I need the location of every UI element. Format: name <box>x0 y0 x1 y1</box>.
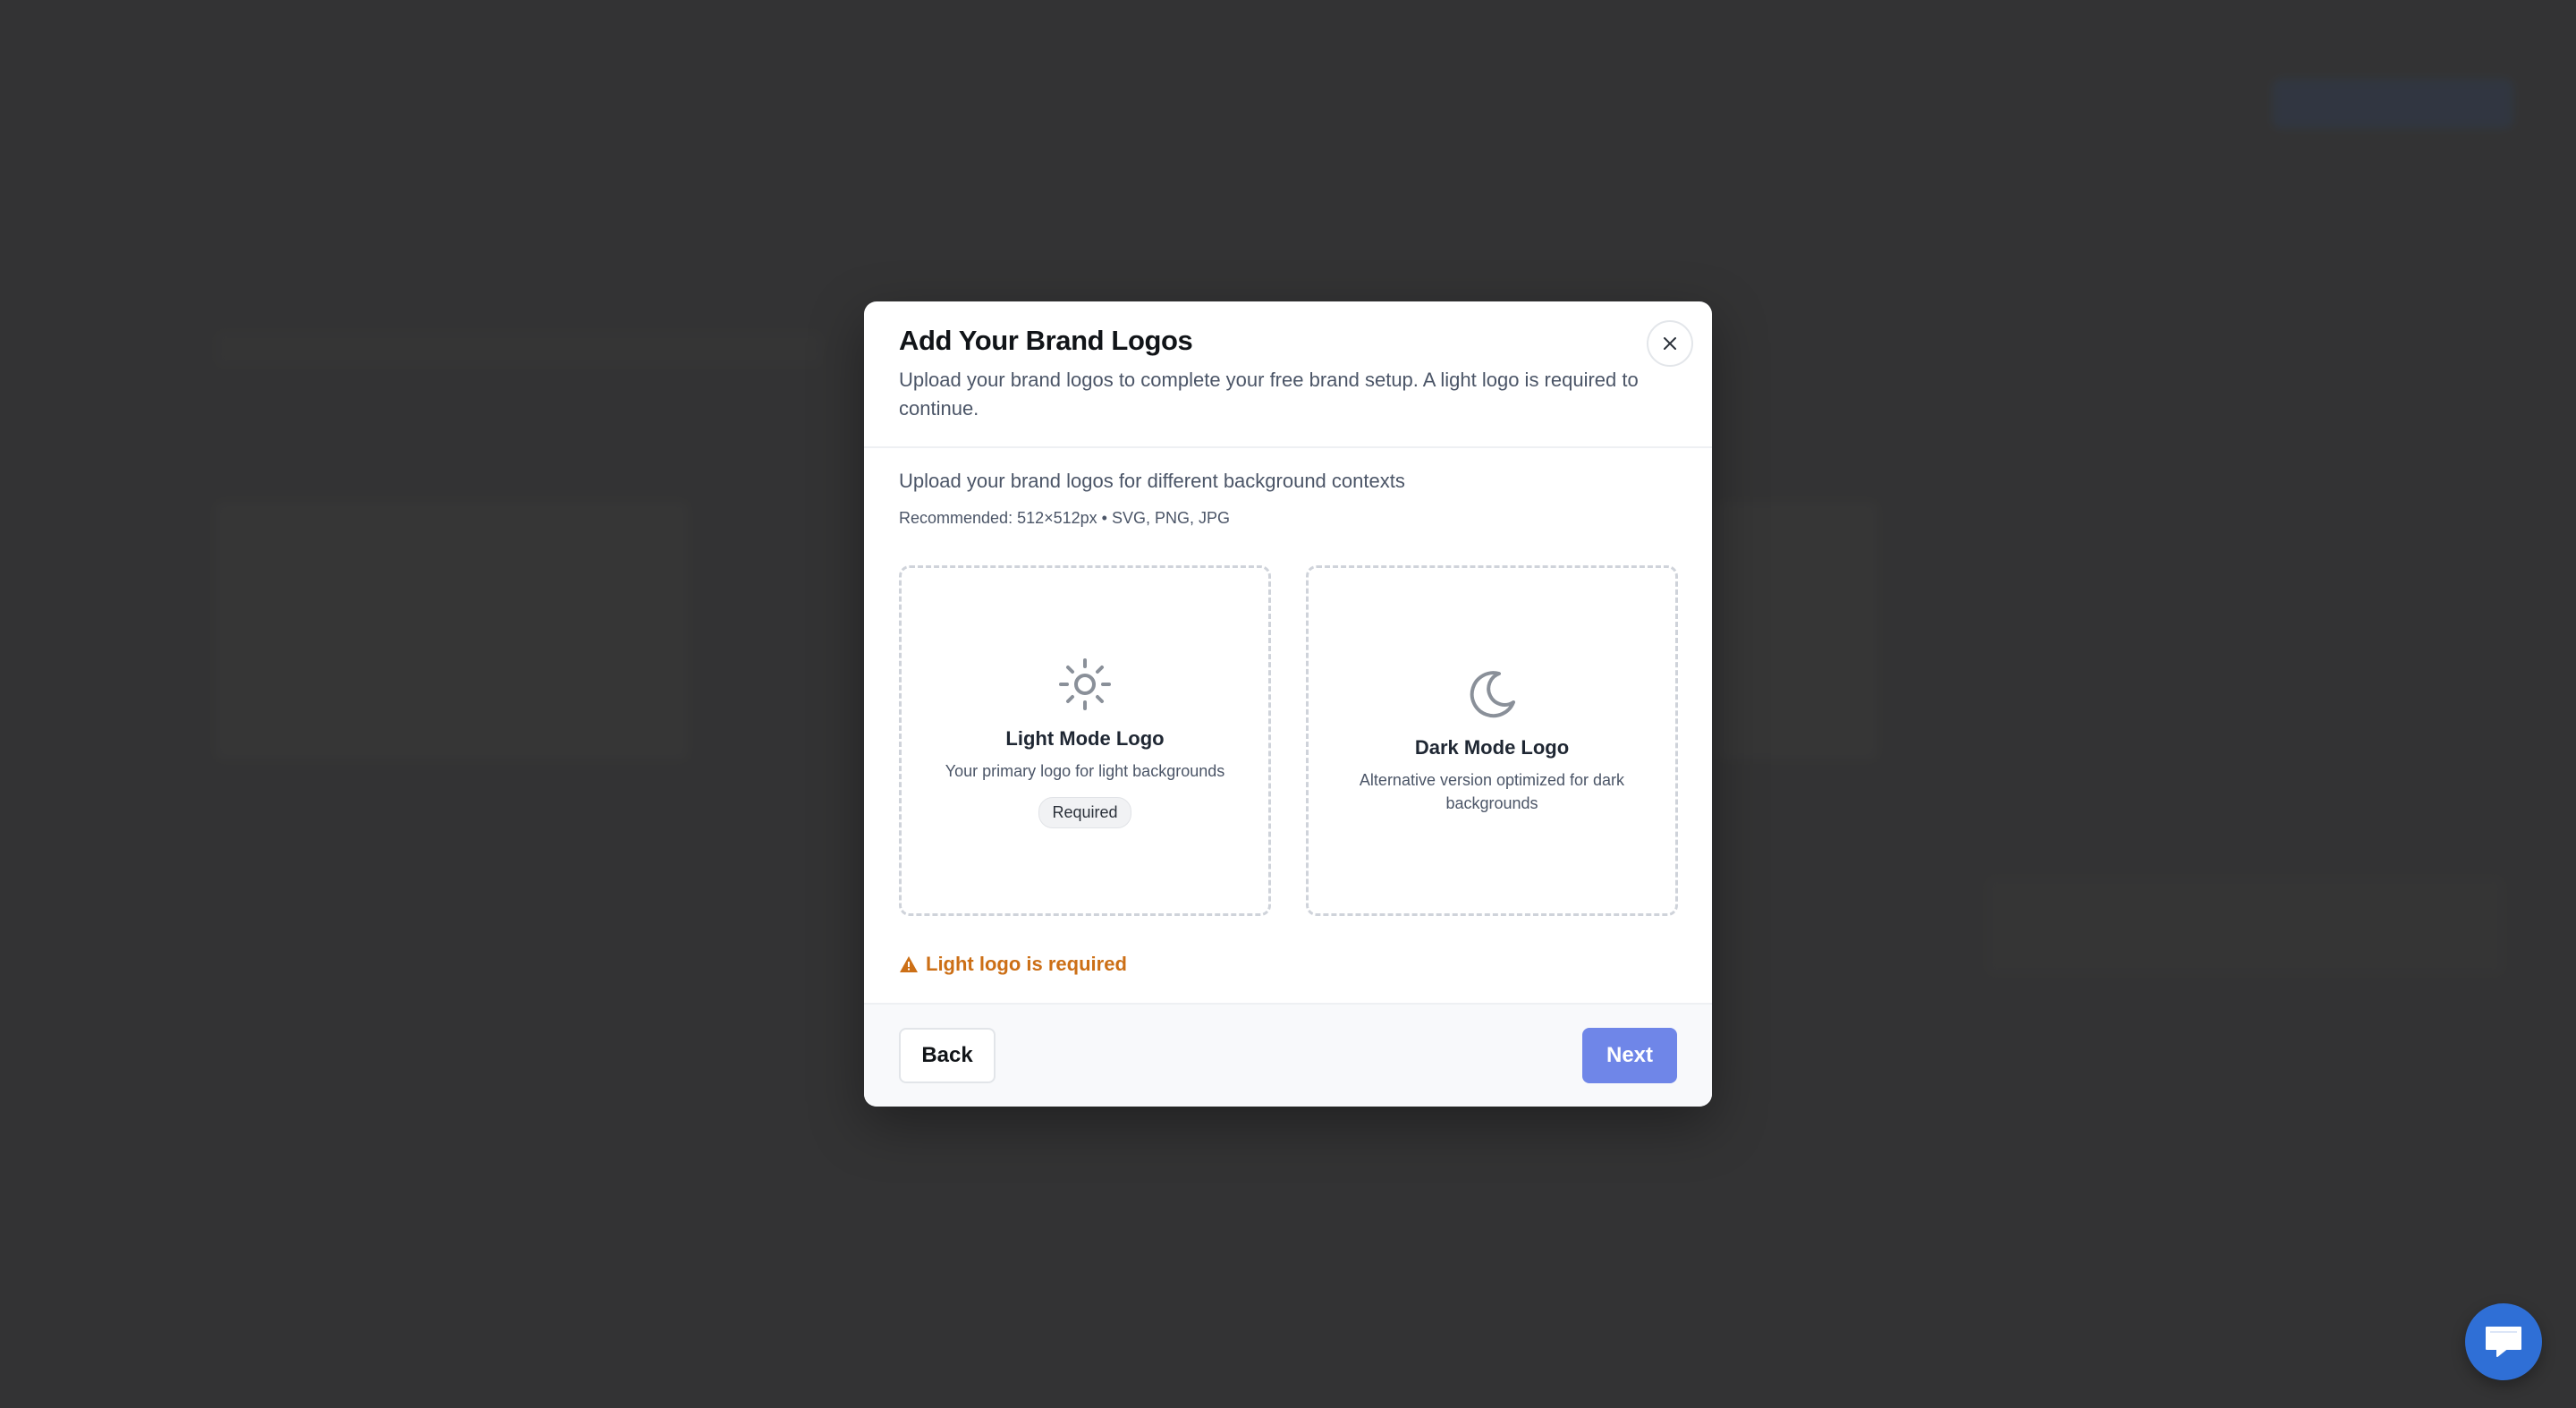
light-logo-upload-card[interactable]: Light Mode Logo Your primary logo for li… <box>899 565 1271 916</box>
error-text: Light logo is required <box>926 953 1127 975</box>
chat-icon <box>2486 1327 2521 1357</box>
warning-icon <box>900 956 918 972</box>
upload-recommendation: Recommended: 512×512px • SVG, PNG, JPG <box>899 509 1230 527</box>
moon-icon <box>1470 671 1515 718</box>
dark-logo-upload-card[interactable]: Dark Mode Logo Alternative version optim… <box>1306 565 1678 916</box>
close-button[interactable] <box>1647 320 1693 367</box>
dark-card-title: Dark Mode Logo <box>1414 736 1570 759</box>
close-icon <box>1664 337 1676 350</box>
chat-button[interactable] <box>2465 1303 2542 1380</box>
sun-icon <box>1059 658 1111 710</box>
dark-card-content: Dark Mode Logo Alternative version optim… <box>1309 666 1675 815</box>
validation-error: Light logo is required <box>899 953 1127 976</box>
required-badge: Required <box>1038 797 1131 828</box>
page: Add Your Brand Logos Upload your brand l… <box>0 0 2576 1408</box>
modal-subtitle: Upload your brand logos to complete your… <box>899 369 1639 420</box>
light-card-title: Light Mode Logo <box>1005 727 1165 750</box>
light-card-content: Light Mode Logo Your primary logo for li… <box>902 657 1268 828</box>
back-button[interactable]: Back <box>899 1028 996 1083</box>
modal-header: Add Your Brand Logos Upload your brand l… <box>864 301 1712 448</box>
dark-card-description: Alternative version optimized for dark b… <box>1359 771 1625 812</box>
light-card-description: Your primary logo for light backgrounds <box>945 762 1225 780</box>
next-button[interactable]: Next <box>1582 1028 1677 1083</box>
modal-title: Add Your Brand Logos <box>899 325 1193 356</box>
upload-intro: Upload your brand logos for different ba… <box>899 470 1405 492</box>
modal-footer: Back Next <box>864 1003 1712 1107</box>
